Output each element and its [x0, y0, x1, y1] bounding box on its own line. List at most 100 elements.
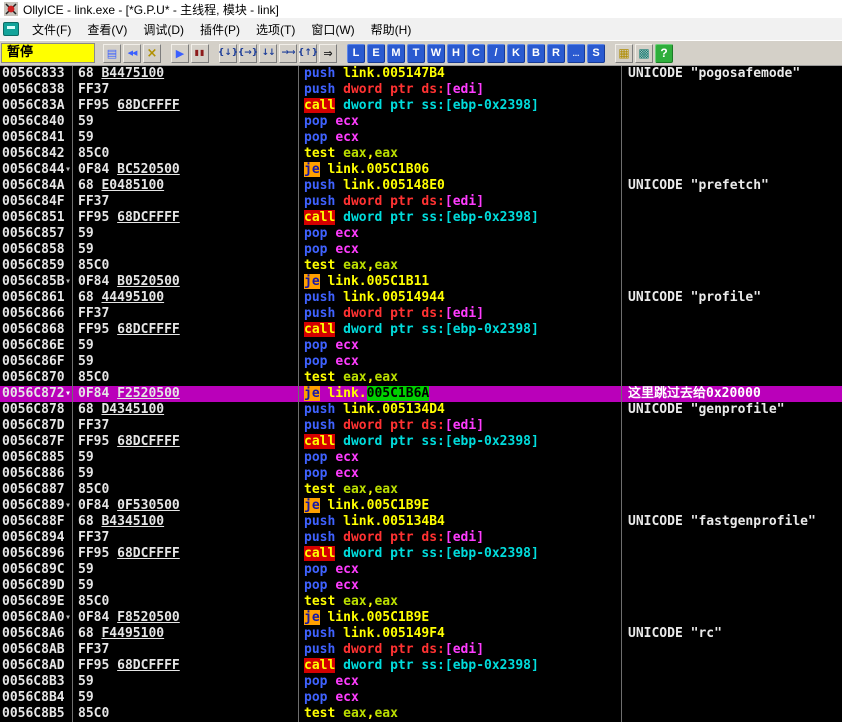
disasm-row[interactable]: 0056C8B3 59 pop ecx	[0, 674, 842, 690]
appearance-icon: ▩	[638, 46, 650, 60]
goto-icon: ⇒	[323, 46, 333, 60]
disasm-row[interactable]: 0056C84F FF37 push dword ptr ds:[edi]	[0, 194, 842, 210]
disasm-row[interactable]: 0056C840 59 pop ecx	[0, 114, 842, 130]
run-trace-window-button[interactable]: ...	[567, 43, 585, 63]
disasm-row[interactable]: 0056C8B5 85C0 test eax,eax	[0, 706, 842, 722]
instruction-cell: call dword ptr ss:[ebp-0x2398]	[299, 434, 622, 450]
disasm-row[interactable]: 0056C838 FF37 push dword ptr ds:[edi]	[0, 82, 842, 98]
disasm-row[interactable]: 0056C87F FF95 68DCFFFF call dword ptr ss:[…	[0, 434, 842, 450]
exec-till-return-button[interactable]: {↑}	[298, 43, 318, 63]
menu-debug[interactable]: 调试(D)	[135, 18, 192, 41]
windows-window-button[interactable]: W	[427, 43, 445, 63]
cpu-child-window-icon[interactable]	[3, 22, 19, 36]
disasm-row[interactable]: 0056C87D FF37 push dword ptr ds:[edi]	[0, 418, 842, 434]
jump-direction-marker: ▾	[64, 388, 71, 399]
disasm-row[interactable]: 0056C887 85C0 test eax,eax	[0, 482, 842, 498]
instruction-cell: call dword ptr ss:[ebp-0x2398]	[299, 98, 622, 114]
address-text: 0056C87D	[2, 418, 65, 433]
disasm-row[interactable]: 0056C872 ▾ 0F84 F2520500 je link.005C1B6A 这里…	[0, 386, 842, 402]
references-window-icon: R	[552, 47, 560, 59]
threads-window-button[interactable]: T	[407, 43, 425, 63]
disasm-row[interactable]: 0056C8AD FF95 68DCFFFF call dword ptr ss:[…	[0, 658, 842, 674]
disasm-row[interactable]: 0056C86E 59 pop ecx	[0, 338, 842, 354]
comment-cell: UNICODE "rc"	[628, 626, 722, 641]
disasm-row[interactable]: 0056C886 59 pop ecx	[0, 466, 842, 482]
call-stack-window-button[interactable]: K	[507, 43, 525, 63]
disasm-row[interactable]: 0056C8A0 ▾ 0F84 F8520500 je link.005C1B9E	[0, 610, 842, 626]
source-window-button[interactable]: S	[587, 43, 605, 63]
disasm-row[interactable]: 0056C866 FF37 push dword ptr ds:[edi]	[0, 306, 842, 322]
hex-bytes-cell: FF95 68DCFFFF	[73, 658, 299, 674]
open-file-button[interactable]: ▤	[103, 43, 121, 63]
disasm-row[interactable]: 0056C858 59 pop ecx	[0, 242, 842, 258]
address-text: 0056C878	[2, 402, 65, 417]
disasm-row[interactable]: 0056C83A FF95 68DCFFFF call dword ptr ss:[…	[0, 98, 842, 114]
address-cell: 0056C8AB	[0, 642, 73, 658]
disasm-row[interactable]: 0056C88F 68 B4345100 push link.005134B4 UNI…	[0, 514, 842, 530]
menu-view[interactable]: 查看(V)	[79, 18, 135, 41]
memory-window-button[interactable]: M	[387, 43, 405, 63]
disasm-row[interactable]: 0056C841 59 pop ecx	[0, 130, 842, 146]
disasm-row[interactable]: 0056C857 59 pop ecx	[0, 226, 842, 242]
help-button[interactable]: ?	[655, 43, 673, 63]
menu-window[interactable]: 窗口(W)	[303, 18, 362, 41]
disasm-row[interactable]: 0056C833 68 B4475100 push link.005147B4 UNI…	[0, 66, 842, 82]
jump-direction-marker	[71, 290, 72, 306]
disasm-row[interactable]: 0056C859 85C0 test eax,eax	[0, 258, 842, 274]
run-button[interactable]: ▶	[171, 43, 189, 63]
disasm-row[interactable]: 0056C8B4 59 pop ecx	[0, 690, 842, 706]
pause-button[interactable]: ▮▮	[191, 43, 209, 63]
jump-direction-marker	[71, 434, 72, 450]
disasm-row[interactable]: 0056C870 85C0 test eax,eax	[0, 370, 842, 386]
disasm-row[interactable]: 0056C842 85C0 test eax,eax	[0, 146, 842, 162]
patches-window-button[interactable]: /	[487, 43, 505, 63]
disasm-row[interactable]: 0056C889 ▾ 0F84 0F530500 je link.005C1B9E	[0, 498, 842, 514]
disasm-row[interactable]: 0056C851 FF95 68DCFFFF call dword ptr ss:[…	[0, 210, 842, 226]
jump-direction-marker: ▾	[64, 276, 71, 287]
disasm-row[interactable]: 0056C878 68 D4345100 push link.005134D4 UNI…	[0, 402, 842, 418]
executables-window-button[interactable]: E	[367, 43, 385, 63]
disasm-row[interactable]: 0056C896 FF95 68DCFFFF call dword ptr ss:[…	[0, 546, 842, 562]
appearance-button[interactable]: ▩	[635, 43, 653, 63]
disasm-row[interactable]: 0056C89C 59 pop ecx	[0, 562, 842, 578]
instruction-cell: push dword ptr ds:[edi]	[299, 642, 622, 658]
restart-button[interactable]: ◀◀	[123, 43, 141, 63]
log-window-button[interactable]: L	[347, 43, 365, 63]
options-button[interactable]: ▦	[615, 43, 633, 63]
cpu-window-button[interactable]: C	[467, 43, 485, 63]
disasm-row[interactable]: 0056C85B ▾ 0F84 B0520500 je link.005C1B11	[0, 274, 842, 290]
jump-direction-marker: ▾	[64, 612, 71, 623]
disasm-row[interactable]: 0056C868 FF95 68DCFFFF call dword ptr ss:[…	[0, 322, 842, 338]
handles-window-button[interactable]: H	[447, 43, 465, 63]
breakpoints-window-button[interactable]: B	[527, 43, 545, 63]
disasm-row[interactable]: 0056C8AB FF37 push dword ptr ds:[edi]	[0, 642, 842, 658]
comment-cell	[622, 130, 842, 146]
disasm-row[interactable]: 0056C89E 85C0 test eax,eax	[0, 594, 842, 610]
window-title: OllyICE - link.exe - [*G.P.U* - 主线程, 模块 …	[23, 2, 279, 17]
hex-bytes-cell: 59	[73, 242, 299, 258]
step-into-button[interactable]: {↓}	[218, 43, 238, 63]
disasm-row[interactable]: 0056C86F 59 pop ecx	[0, 354, 842, 370]
animate-into-button[interactable]: ↓↓	[259, 43, 277, 63]
disasm-row[interactable]: 0056C861 68 44495100 push link.00514944 UNI…	[0, 290, 842, 306]
hex-bytes-cell: 59	[73, 338, 299, 354]
goto-button[interactable]: ⇒	[319, 43, 337, 63]
disasm-row[interactable]: 0056C885 59 pop ecx	[0, 450, 842, 466]
disasm-row[interactable]: 0056C844 ▾ 0F84 BC520500 je link.005C1B06	[0, 162, 842, 178]
menu-help[interactable]: 帮助(H)	[363, 18, 420, 41]
disasm-row[interactable]: 0056C8A6 68 F4495100 push link.005149F4 UNI…	[0, 626, 842, 642]
animate-over-button[interactable]: →→	[279, 43, 297, 63]
address-text: 0056C85B	[2, 274, 65, 289]
menu-options[interactable]: 选项(T)	[248, 18, 303, 41]
menu-plugins[interactable]: 插件(P)	[192, 18, 248, 41]
close-button[interactable]: ×	[143, 43, 161, 63]
disasm-row[interactable]: 0056C84A 68 E0485100 push link.005148E0 UNI…	[0, 178, 842, 194]
references-window-button[interactable]: R	[547, 43, 565, 63]
address-text: 0056C840	[2, 114, 65, 129]
menu-file[interactable]: 文件(F)	[24, 18, 79, 41]
comment-cell: UNICODE "profile"	[628, 290, 762, 305]
disasm-row[interactable]: 0056C89D 59 pop ecx	[0, 578, 842, 594]
disasm-row[interactable]: 0056C894 FF37 push dword ptr ds:[edi]	[0, 530, 842, 546]
step-over-button[interactable]: {→}	[238, 43, 258, 63]
hex-bytes-cell: FF95 68DCFFFF	[73, 322, 299, 338]
